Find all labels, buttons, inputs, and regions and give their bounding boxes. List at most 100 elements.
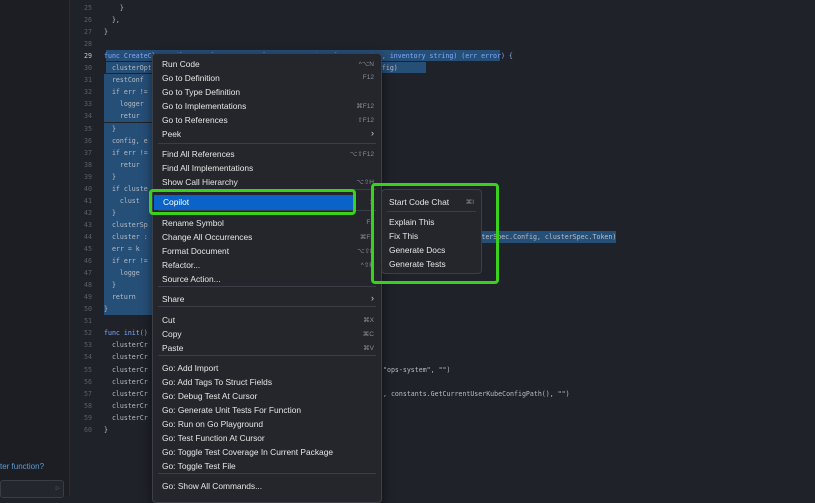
menu-item-go-run-on-go-playground[interactable]: Go: Run on Go Playground bbox=[153, 417, 381, 431]
code-line[interactable]: 37 if err != bbox=[70, 147, 148, 159]
code-line[interactable]: 41 clust bbox=[70, 195, 140, 207]
menu-item-label: Go to Implementations bbox=[162, 101, 247, 111]
code-line[interactable]: 59 clusterCr bbox=[70, 412, 148, 424]
code-text: config, e bbox=[104, 136, 148, 145]
menu-item-paste[interactable]: Paste ⌘V bbox=[153, 341, 381, 355]
code-line[interactable]: 53 clusterCr bbox=[70, 339, 148, 351]
code-line[interactable]: 32 if err != bbox=[70, 86, 148, 98]
code-text: } bbox=[104, 425, 108, 434]
menu-divider bbox=[158, 286, 376, 287]
code-text: clusterCr bbox=[104, 389, 148, 398]
code-line[interactable]: 35 } bbox=[70, 123, 116, 135]
menu-item-label: Go: Debug Test At Cursor bbox=[162, 391, 258, 401]
menu-item-go-test-function-at-cursor[interactable]: Go: Test Function At Cursor bbox=[153, 431, 381, 445]
menu-item-label: Find All Implementations bbox=[162, 163, 254, 173]
menu-item-label: Go: Add Import bbox=[162, 363, 219, 373]
menu-item-go-toggle-test-coverage-in-current-package[interactable]: Go: Toggle Test Coverage In Current Pack… bbox=[153, 445, 381, 459]
menu-item-peek[interactable]: Peek › bbox=[153, 127, 381, 141]
chat-panel: ter function? ▷ bbox=[0, 0, 70, 498]
menu-item-refactor[interactable]: Refactor... ^⇧R bbox=[153, 258, 381, 272]
menu-item-go-to-type-definition[interactable]: Go to Type Definition bbox=[153, 85, 381, 99]
code-line[interactable]: 36 config, e bbox=[70, 135, 148, 147]
menu-item-go-debug-test-at-cursor[interactable]: Go: Debug Test At Cursor bbox=[153, 389, 381, 403]
code-line[interactable]: 50} bbox=[70, 303, 108, 315]
menu-item-find-all-references[interactable]: Find All References ⌥⇧F12 bbox=[153, 147, 381, 161]
code-line[interactable]: 42 } bbox=[70, 207, 116, 219]
line-number: 33 bbox=[84, 100, 92, 109]
code-line[interactable]: 26 }, bbox=[70, 14, 120, 26]
code-line[interactable]: 55 clusterCr bbox=[70, 364, 148, 376]
code-text: } bbox=[104, 305, 108, 314]
code-line[interactable]: 52 func init() { bbox=[70, 327, 156, 339]
shortcut-label: ⌘V bbox=[363, 345, 374, 352]
code-text: cluster : bbox=[104, 232, 148, 241]
menu-item-go-add-tags-to-struct-fields[interactable]: Go: Add Tags To Struct Fields bbox=[153, 375, 381, 389]
menu-item-go-toggle-test-file[interactable]: Go: Toggle Test File bbox=[153, 459, 381, 473]
code-line[interactable]: 40 if cluste bbox=[70, 183, 148, 195]
code-line[interactable]: 45 err = k bbox=[70, 243, 140, 255]
menu-item-label: Paste bbox=[162, 343, 184, 353]
menu-item-go-to-references[interactable]: Go to References ⇧F12 bbox=[153, 113, 381, 127]
code-line[interactable]: 49 return bbox=[70, 291, 136, 303]
menu-item-label: Share bbox=[162, 294, 185, 304]
menu-item-change-all-occurrences[interactable]: Change All Occurrences ⌘F2 bbox=[153, 230, 381, 244]
code-line[interactable]: 39 } bbox=[70, 171, 116, 183]
code-line[interactable]: 25 } bbox=[70, 2, 124, 14]
code-line[interactable]: 48 } bbox=[70, 279, 116, 291]
menu-item-go-to-implementations[interactable]: Go to Implementations ⌘F12 bbox=[153, 99, 381, 113]
code-text: logger bbox=[104, 100, 144, 109]
code-line[interactable]: 60} bbox=[70, 424, 108, 436]
code-line[interactable]: 34 retur bbox=[70, 110, 140, 122]
line-number: 34 bbox=[84, 112, 92, 121]
shortcut-label: ⌘F12 bbox=[356, 103, 374, 110]
menu-item-go-to-definition[interactable]: Go to Definition F12 bbox=[153, 71, 381, 85]
menu-item-format-document[interactable]: Format Document ⌥⇧F bbox=[153, 244, 381, 258]
line-number: 56 bbox=[84, 377, 92, 386]
menu-item-show-call-hierarchy[interactable]: Show Call Hierarchy ⌥⇧H bbox=[153, 175, 381, 189]
code-line[interactable]: 33 logger bbox=[70, 98, 144, 110]
menu-item-label: Run Code bbox=[162, 59, 200, 69]
menu-item-label: Go: Generate Unit Tests For Function bbox=[162, 405, 302, 415]
code-line[interactable]: 31 restConf bbox=[70, 74, 144, 86]
chat-prompt-text: ter function? bbox=[0, 462, 45, 471]
line-number: 30 bbox=[84, 64, 92, 73]
code-text: if err != bbox=[104, 88, 148, 97]
menu-item-rename-symbol[interactable]: Rename Symbol F2 bbox=[153, 216, 381, 230]
code-line[interactable]: 28 bbox=[70, 38, 104, 50]
menu-item-label: Go: Test Function At Cursor bbox=[162, 433, 265, 443]
menu-item-copy[interactable]: Copy ⌘C bbox=[153, 327, 381, 341]
code-line[interactable]: 57 clusterCr bbox=[70, 388, 148, 400]
menu-item-run-code[interactable]: Run Code ^⌥N bbox=[153, 57, 381, 71]
code-line[interactable]: 27} bbox=[70, 26, 108, 38]
code-line[interactable]: 43 clusterSp bbox=[70, 219, 148, 231]
menu-item-find-all-implementations[interactable]: Find All Implementations bbox=[153, 161, 381, 175]
code-line[interactable]: 56 clusterCr bbox=[70, 376, 148, 388]
code-text: clusterCr bbox=[104, 353, 148, 362]
line-number: 31 bbox=[84, 76, 92, 85]
code-text: clusterCr bbox=[104, 341, 148, 350]
menu-item-label: Rename Symbol bbox=[162, 218, 224, 228]
line-number: 45 bbox=[84, 245, 92, 253]
line-number: 52 bbox=[84, 329, 92, 338]
menu-item-share[interactable]: Share › bbox=[153, 292, 381, 306]
line-number: 60 bbox=[84, 425, 92, 434]
code-line[interactable]: 38 retur bbox=[70, 159, 140, 171]
chat-input[interactable]: ▷ bbox=[0, 480, 64, 498]
code-line[interactable]: 46 if err != bbox=[70, 255, 148, 267]
menu-item-go-show-all-commands[interactable]: Go: Show All Commands... bbox=[153, 479, 381, 493]
code-line[interactable]: 51 bbox=[70, 315, 104, 327]
send-icon[interactable]: ▷ bbox=[56, 484, 60, 492]
code-text: } bbox=[104, 124, 116, 133]
code-text-overflow: , constants.GetCurrentUserKubeConfigPath… bbox=[383, 389, 570, 398]
menu-item-go-add-import[interactable]: Go: Add Import bbox=[153, 361, 381, 375]
code-line[interactable]: 54 clusterCr bbox=[70, 351, 148, 363]
menu-item-go-generate-unit-tests-for-function[interactable]: Go: Generate Unit Tests For Function bbox=[153, 403, 381, 417]
code-line[interactable]: 47 logge bbox=[70, 267, 140, 279]
code-line[interactable]: 58 clusterCr bbox=[70, 400, 148, 412]
menu-item-source-action[interactable]: Source Action... bbox=[153, 272, 381, 286]
menu-item-cut[interactable]: Cut ⌘X bbox=[153, 313, 381, 327]
code-text-overflow: "ops-system", "") bbox=[383, 365, 451, 374]
code-line[interactable]: 44 cluster : bbox=[70, 231, 148, 243]
menu-item-label: Go: Show All Commands... bbox=[162, 481, 263, 491]
menu-item-label: Peek bbox=[162, 129, 182, 139]
